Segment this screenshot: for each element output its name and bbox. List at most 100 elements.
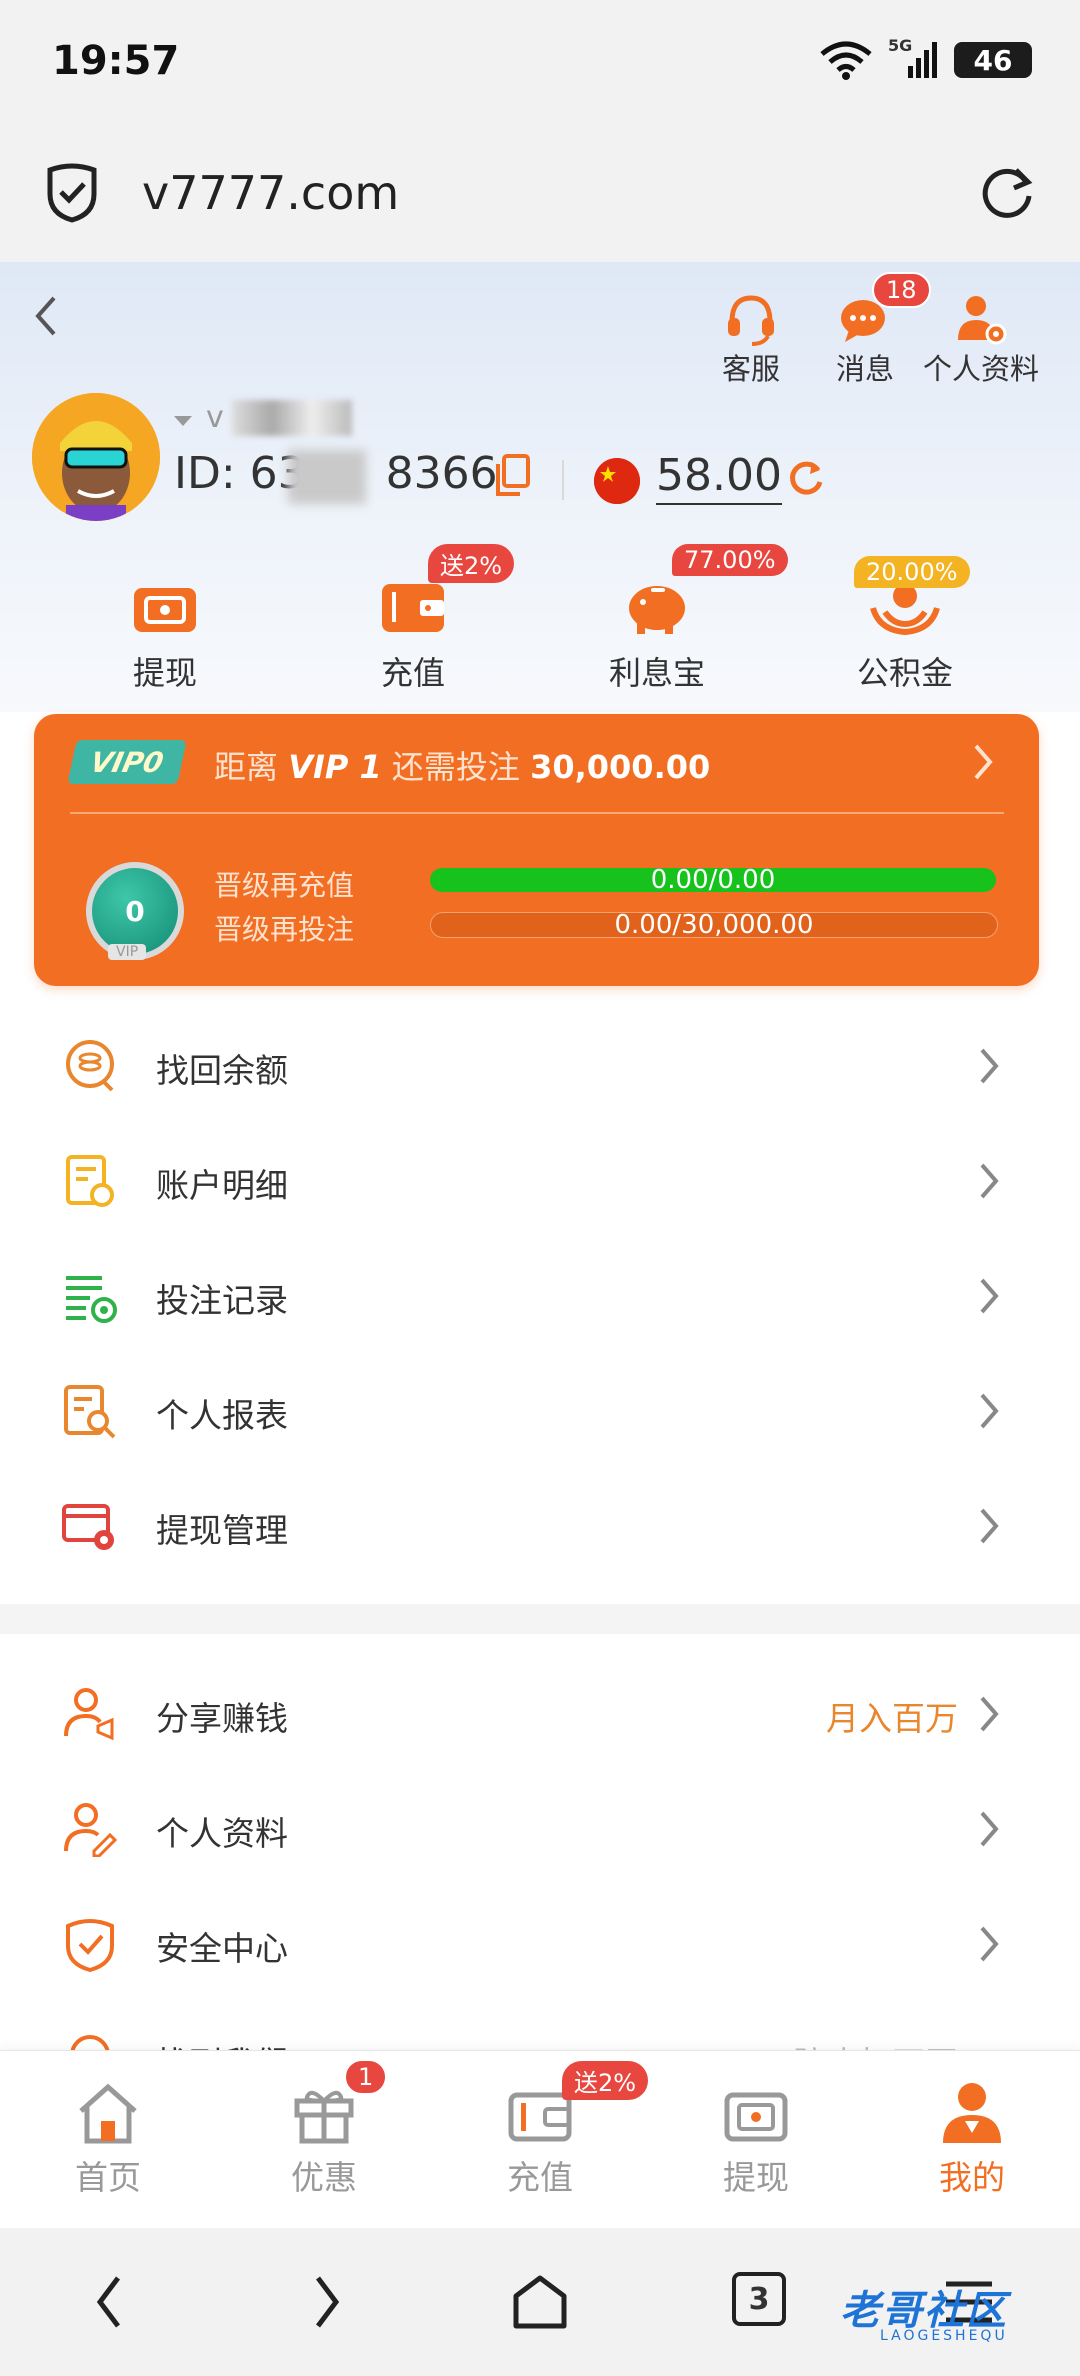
menu-personal-info[interactable]: 个人资料: [0, 1771, 1080, 1886]
menu-personal-report[interactable]: 个人报表: [0, 1353, 1080, 1468]
deposit-bonus-badge: 送2%: [428, 544, 515, 583]
card-gear-icon: [62, 1504, 114, 1550]
menu-bet-records[interactable]: 投注记录: [0, 1238, 1080, 1353]
menu-withdraw-management[interactable]: 提现管理: [0, 1468, 1080, 1583]
bottom-tab-bar: 首页 优惠 1 充值 送2% 提现 我的: [0, 2050, 1080, 2229]
tab-label: 首页: [75, 2158, 141, 2197]
tab-mine[interactable]: 我的: [882, 2075, 1062, 2199]
menu-label: 账户明细: [156, 1166, 288, 1205]
profile-label: 个人资料: [922, 352, 1039, 386]
report-search-icon: [64, 1385, 116, 1439]
username-redacted: [232, 400, 352, 436]
chevron-right-icon[interactable]: [968, 740, 998, 784]
quick-fund[interactable]: 公积金: [810, 572, 1000, 694]
withdraw-ticket-icon: [134, 588, 196, 632]
vip-level-tag: VIP0: [67, 740, 187, 784]
user-edit-icon: [64, 1803, 118, 1857]
tab-label: 充值: [507, 2158, 573, 2197]
status-icons: 5G 46: [820, 36, 1032, 80]
bet-record-icon: [66, 1276, 117, 1323]
menu-share-earn[interactable]: 分享赚钱 月入百万: [0, 1656, 1080, 1771]
quick-interest[interactable]: 利息宝: [562, 572, 752, 694]
gift-icon: [294, 2090, 354, 2144]
url-bar[interactable]: v7777.com: [0, 130, 1080, 262]
vip-divider: [70, 812, 1004, 814]
vip-bet-label: 晋级再投注: [214, 913, 355, 946]
tab-label: 优惠: [291, 2158, 357, 2197]
menu-security-center[interactable]: 安全中心: [0, 1886, 1080, 2001]
interest-rate-badge: 77.00%: [672, 544, 788, 576]
messages-label: 消息: [835, 352, 894, 386]
profile-button[interactable]: 个人资料: [916, 290, 1046, 388]
menu-label: 提现管理: [156, 1511, 288, 1550]
withdraw-ticket-icon: [724, 2092, 788, 2142]
quick-deposit[interactable]: 充值: [318, 572, 508, 694]
tab-label: 我的: [939, 2158, 1005, 2197]
shield-icon[interactable]: [44, 162, 100, 224]
username: v: [206, 400, 224, 435]
back-arrow-icon[interactable]: [26, 286, 66, 346]
menu-recover-balance[interactable]: 找回余额: [0, 1008, 1080, 1123]
battery-indicator: 46: [954, 42, 1032, 78]
share-user-icon: [64, 1688, 114, 1741]
cell-signal-icon: 5G: [888, 36, 938, 80]
menu-label: 分享赚钱: [156, 1699, 288, 1738]
message-count-badge: 18: [872, 272, 931, 308]
person-icon: [943, 2083, 1001, 2143]
section-separator: [0, 1604, 1080, 1634]
reload-icon[interactable]: [978, 164, 1036, 222]
avatar[interactable]: [32, 393, 160, 521]
vip-recharge-label: 晋级再充值: [214, 869, 355, 902]
chevron-right-icon: [980, 1278, 999, 1314]
vip-progress-card[interactable]: VIP0 距离 VIP 1 还需投注 30,000.00 0 VIP 晋级再充值…: [34, 714, 1039, 986]
menu-label: 找回余额: [156, 1051, 288, 1090]
chevron-right-icon: [980, 1926, 999, 1962]
fund-rate-badge: 20.00%: [854, 556, 970, 588]
user-gear-icon: [958, 296, 1007, 345]
piggy-bank-icon: [629, 586, 685, 634]
menu-label: 安全中心: [156, 1929, 288, 1968]
shield-check-icon: [66, 1919, 114, 1972]
vip-bet-progress: 0.00/30,000.00: [430, 910, 998, 940]
tab-label: 提现: [723, 2158, 789, 2197]
customer-service-button[interactable]: 客服: [686, 290, 816, 388]
quick-interest-label: 利息宝: [608, 654, 705, 692]
menu-label: 个人资料: [156, 1814, 288, 1853]
menu-label: 个人报表: [156, 1396, 288, 1435]
divider: [562, 460, 564, 500]
url-text[interactable]: v7777.com: [142, 166, 399, 220]
status-bar: 19:57 5G 46: [0, 0, 1080, 130]
vip-requirement-text: 距离 VIP 1 还需投注 30,000.00: [214, 748, 711, 786]
account-detail-icon: [66, 1155, 114, 1207]
tab-withdraw[interactable]: 提现: [666, 2075, 846, 2199]
customer-service-label: 客服: [721, 352, 780, 386]
user-id-redacted: [288, 450, 366, 504]
browser-nav-bar: 3 老哥社区 LAOGESHEQU: [0, 2228, 1080, 2376]
status-time: 19:57: [52, 38, 180, 84]
wallet-icon: [382, 584, 444, 632]
vip-medal-caption: VIP: [108, 944, 147, 960]
balance-amount: 58.00: [656, 450, 782, 505]
quick-withdraw[interactable]: 提现: [70, 572, 260, 694]
nav-home-icon[interactable]: [510, 2272, 570, 2332]
quick-withdraw-label: 提现: [132, 654, 197, 692]
refresh-balance-icon[interactable]: [786, 458, 826, 498]
quick-deposit-label: 充值: [380, 654, 445, 692]
copy-icon[interactable]: [494, 454, 532, 498]
tab-promotions[interactable]: 优惠: [234, 2075, 414, 2199]
menu-account-details[interactable]: 账户明细: [0, 1123, 1080, 1238]
nav-forward-icon[interactable]: [306, 2272, 346, 2332]
chevron-right-icon: [980, 1163, 999, 1199]
vip-recharge-progress: 0.00/0.00: [430, 865, 996, 895]
chevron-right-icon: [980, 1696, 999, 1732]
chevron-right-icon: [980, 1048, 999, 1084]
caret-down-icon[interactable]: [172, 414, 194, 428]
tabs-count-button[interactable]: 3: [732, 2272, 786, 2326]
chevron-right-icon: [980, 1811, 999, 1847]
nav-back-icon[interactable]: [90, 2272, 130, 2332]
tab-home[interactable]: 首页: [18, 2075, 198, 2199]
menu-extra-text: 月入百万: [826, 1699, 958, 1738]
menu-label: 投注记录: [156, 1281, 288, 1320]
quick-fund-label: 公积金: [856, 654, 953, 692]
watermark-subtitle: LAOGESHEQU: [880, 2328, 1008, 2344]
